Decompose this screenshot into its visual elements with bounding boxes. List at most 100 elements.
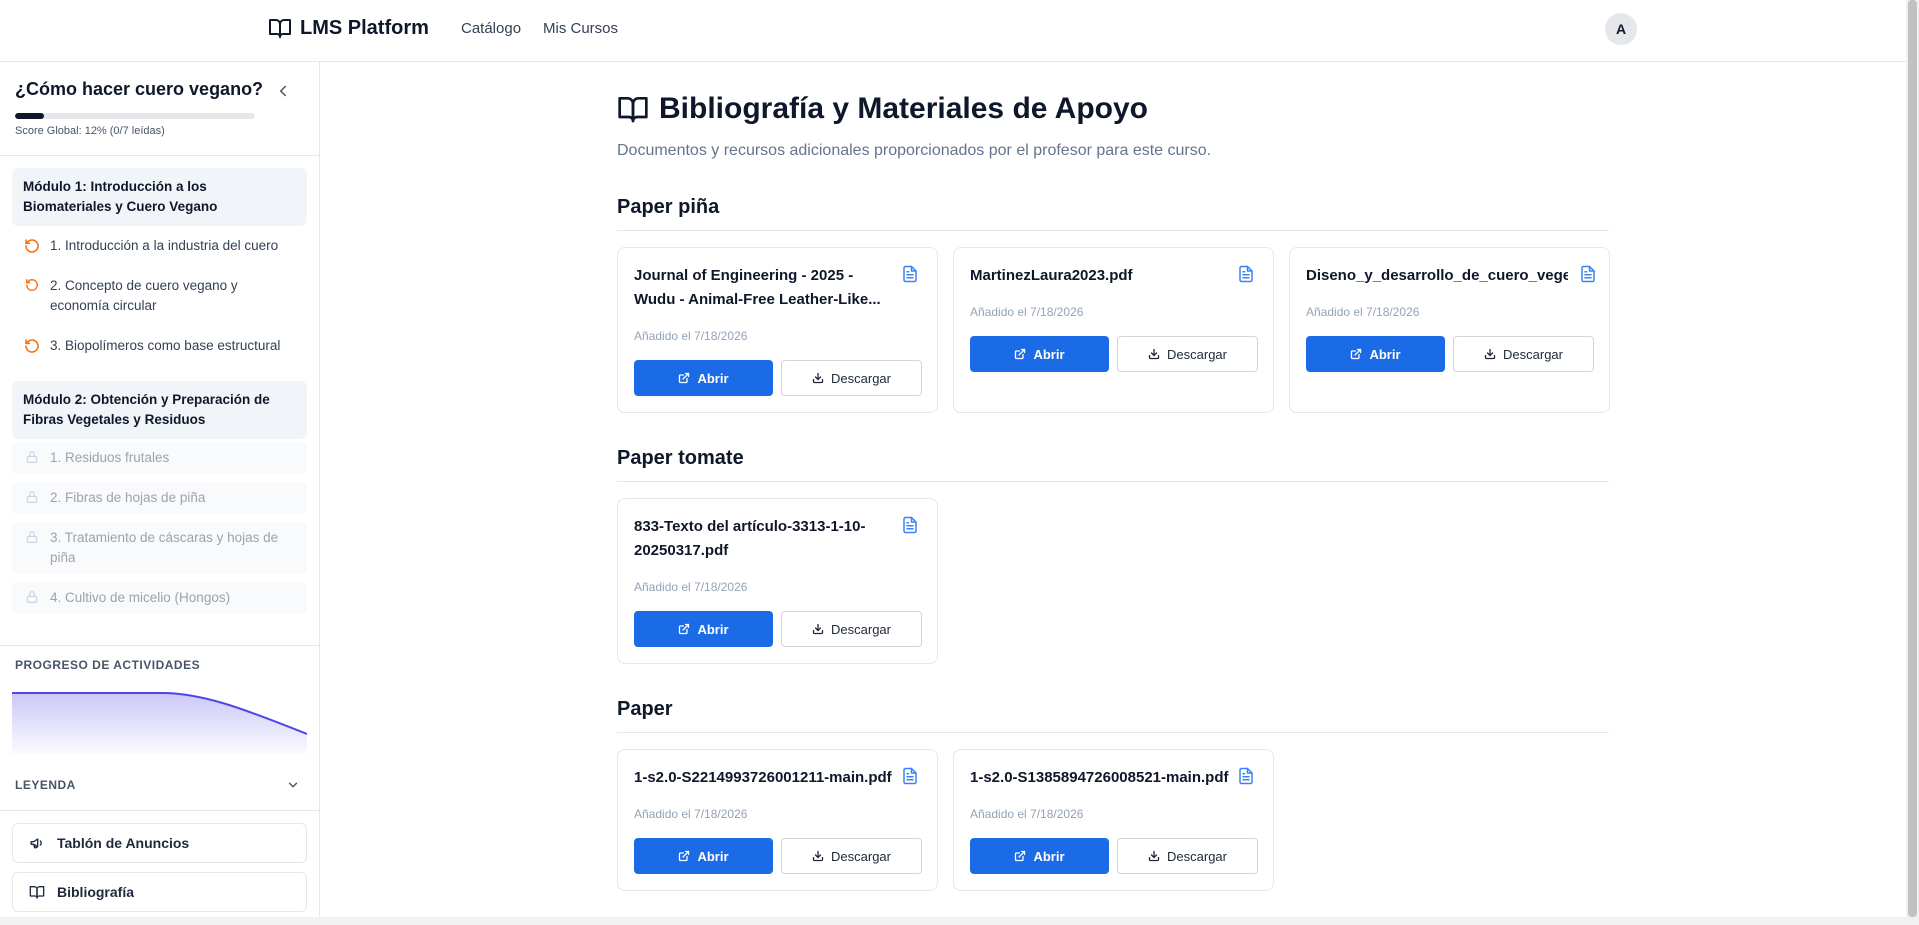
group-divider [617, 732, 1609, 733]
external-link-icon [679, 850, 690, 862]
page-title: Bibliografía y Materiales de Apoyo [659, 92, 1149, 125]
file-card: 1-s2.0-S2214993726001211-main.pdf Añadid… [617, 749, 938, 891]
file-name: 833-Texto del artículo-3313-1-10-2025031… [634, 518, 866, 559]
download-icon [812, 623, 824, 635]
lesson-1-1[interactable]: 1. Introducción a la industria del cuero [12, 236, 307, 256]
quick-link-anuncios[interactable]: Tablón de Anuncios [12, 823, 307, 863]
download-button[interactable]: Descargar [1117, 838, 1258, 874]
group-divider [617, 230, 1609, 231]
file-card: 1-s2.0-S1385894726008521-main.pdf Añadid… [953, 749, 1274, 891]
external-link-icon [1015, 850, 1026, 862]
download-button[interactable]: Descargar [781, 611, 922, 647]
legend-toggle[interactable]: LEYENDA [0, 769, 319, 801]
score-text: Score Global: 12% (0/7 leídas) [15, 125, 165, 137]
lesson-label: 1. Introducción a la industria del cuero [50, 238, 279, 253]
lesson-2-4[interactable]: 4. Cultivo de micelio (Hongos) [12, 582, 307, 614]
file-text-icon [903, 516, 917, 534]
download-label: Descargar [831, 370, 891, 386]
lock-icon [26, 591, 38, 603]
file-date: Añadido el 7/18/2026 [634, 807, 748, 821]
avatar[interactable]: A [1605, 13, 1637, 45]
download-label: Descargar [1503, 346, 1563, 362]
file-text-icon [1239, 767, 1253, 785]
open-label: Abrir [1369, 346, 1401, 362]
open-button[interactable]: Abrir [634, 838, 773, 874]
file-date: Añadido el 7/18/2026 [1306, 305, 1420, 319]
open-label: Abrir [697, 370, 729, 386]
open-button[interactable]: Abrir [970, 838, 1109, 874]
external-link-icon [1015, 348, 1026, 360]
lesson-1-2[interactable]: 2. Concepto de cuero vegano y economía c… [12, 276, 307, 316]
download-button[interactable]: Descargar [781, 360, 922, 396]
file-name: MartinezLaura2023.pdf [970, 267, 1133, 284]
file-text-icon [903, 767, 917, 785]
open-label: Abrir [697, 848, 729, 864]
book-open-icon [269, 19, 291, 38]
download-icon [812, 850, 824, 862]
open-button[interactable]: Abrir [634, 360, 773, 396]
lesson-2-2[interactable]: 2. Fibras de hojas de piña [12, 482, 307, 514]
lesson-label: 1. Residuos frutales [50, 450, 170, 465]
rotate-ccw-icon [26, 279, 38, 291]
course-progress-bar [15, 113, 255, 119]
module-1-header[interactable]: Módulo 1: Introducción a los Biomaterial… [12, 168, 307, 226]
external-link-icon [1351, 348, 1362, 360]
top-nav: LMS Platform Catálogo Mis Cursos A [0, 0, 1906, 62]
download-label: Descargar [1167, 848, 1227, 864]
file-card: Journal of Engineering - 2025 - Wudu - A… [617, 247, 938, 413]
lesson-2-1[interactable]: 1. Residuos frutales [12, 442, 307, 474]
book-open-icon [618, 97, 648, 123]
activity-progress-section: PROGRESO DE ACTIVIDADES [0, 645, 319, 754]
legend-label: LEYENDA [15, 778, 76, 792]
horizontal-scrollbar[interactable] [0, 917, 1906, 925]
lesson-label: 2. Fibras de hojas de piña [50, 490, 206, 505]
course-title: ¿Cómo hacer cuero vegano? [15, 79, 264, 99]
course-progress-fill [15, 113, 44, 119]
download-button[interactable]: Descargar [781, 838, 922, 874]
external-link-icon [679, 623, 690, 635]
brand[interactable]: LMS Platform [268, 16, 429, 40]
open-button[interactable]: Abrir [1306, 336, 1445, 372]
nav-link-catalogo[interactable]: Catálogo [461, 20, 521, 37]
download-label: Descargar [831, 621, 891, 637]
lesson-label: 2. Concepto de cuero vegano y economía c… [50, 278, 238, 313]
nav-link-mis-cursos[interactable]: Mis Cursos [543, 20, 618, 37]
open-button[interactable]: Abrir [970, 336, 1109, 372]
megaphone-icon [30, 838, 42, 849]
course-header: ¿Cómo hacer cuero vegano? Score Global: … [0, 62, 319, 156]
divider [0, 810, 319, 811]
file-date: Añadido el 7/18/2026 [634, 329, 748, 343]
file-card: MartinezLaura2023.pdf Añadido el 7/18/20… [953, 247, 1274, 413]
download-icon [1148, 850, 1160, 862]
file-date: Añadido el 7/18/2026 [970, 305, 1084, 319]
lesson-label: 4. Cultivo de micelio (Hongos) [50, 590, 231, 605]
quick-link-label: Bibliografía [57, 884, 135, 900]
group-divider [617, 481, 1609, 482]
page-header: Bibliografía y Materiales de Apoyo [617, 92, 1148, 126]
download-button[interactable]: Descargar [1453, 336, 1594, 372]
course-sidebar: ¿Cómo hacer cuero vegano? Score Global: … [0, 62, 320, 925]
lesson-1-3[interactable]: 3. Biopolímeros como base estructural [12, 336, 307, 356]
file-text-icon [1581, 265, 1595, 283]
open-label: Abrir [1033, 346, 1065, 362]
lesson-2-3[interactable]: 3. Tratamiento de cáscaras y hojas de pi… [12, 522, 307, 574]
group-title: Paper tomate [617, 447, 744, 469]
book-open-icon [29, 886, 45, 899]
module-2-header[interactable]: Módulo 2: Obtención y Preparación de Fib… [12, 381, 307, 439]
file-name: Journal of Engineering - 2025 - Wudu - A… [634, 267, 881, 308]
file-name: 1-s2.0-S1385894726008521-main.pdf [970, 769, 1229, 786]
open-button[interactable]: Abrir [634, 611, 773, 647]
open-label: Abrir [1033, 848, 1065, 864]
brand-name: LMS Platform [300, 16, 429, 39]
quick-link-bibliografia[interactable]: Bibliografía [12, 872, 307, 912]
chevron-left-icon[interactable] [274, 82, 292, 100]
vertical-scrollbar-thumb[interactable] [1908, 0, 1917, 917]
download-button[interactable]: Descargar [1117, 336, 1258, 372]
file-date: Añadido el 7/18/2026 [634, 580, 748, 594]
file-text-icon [903, 265, 917, 283]
group-title: Paper [617, 698, 673, 720]
download-icon [1148, 348, 1160, 360]
download-icon [1484, 348, 1496, 360]
file-name: 1-s2.0-S2214993726001211-main.pdf [634, 769, 892, 786]
quick-link-label: Tablón de Anuncios [57, 835, 190, 851]
